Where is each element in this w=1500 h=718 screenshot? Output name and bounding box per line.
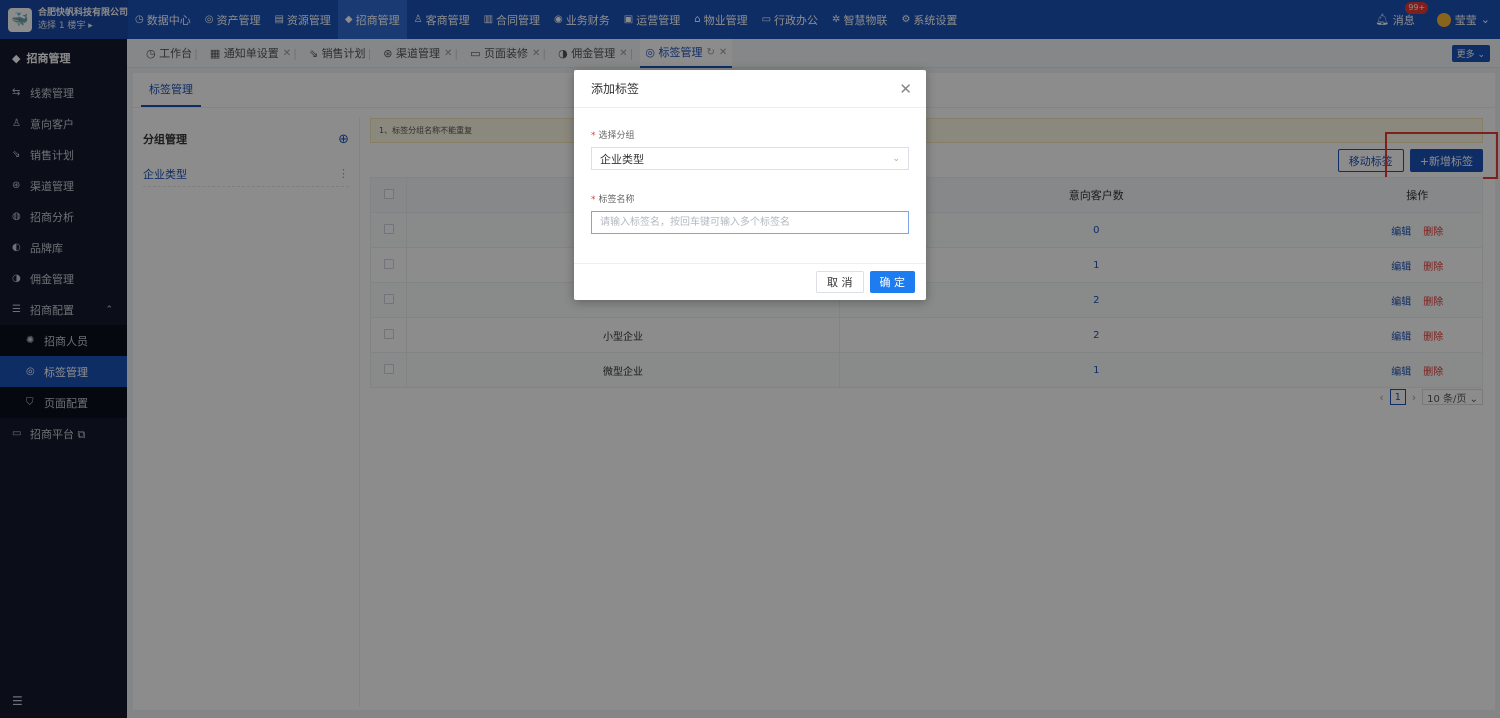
chevron-down-icon: ⌄ [892, 153, 900, 164]
tag-name-field-label: * 标签名称 [591, 195, 635, 205]
tag-name-input[interactable] [591, 211, 909, 234]
close-icon[interactable]: ✕ [899, 80, 912, 98]
confirm-button[interactable]: 确 定 [869, 271, 915, 293]
group-select[interactable]: 企业类型 ⌄ [591, 147, 909, 170]
group-field-label: * 选择分组 [591, 131, 635, 141]
dialog-title: 添加标签 [591, 82, 640, 96]
cancel-button[interactable]: 取 消 [816, 271, 864, 293]
add-tag-dialog: 添加标签 ✕ *选择分组 企业类型 ⌄ *标签名称 取 消 确 定 [574, 70, 926, 300]
